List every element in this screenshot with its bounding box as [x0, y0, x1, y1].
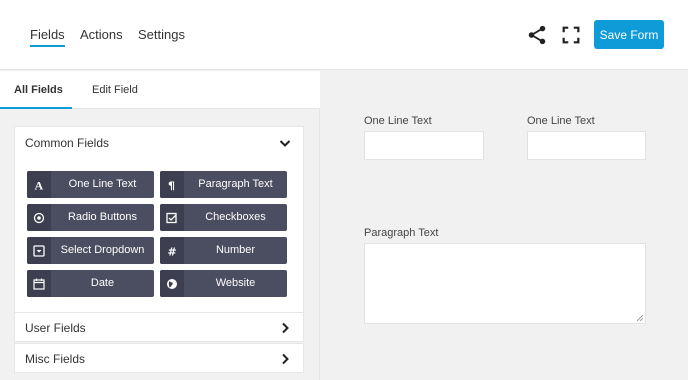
paragraph-icon: ¶ [160, 171, 184, 198]
field-checkboxes[interactable]: Checkboxes [160, 204, 287, 231]
fullscreen-icon[interactable] [560, 24, 582, 46]
field-select-dropdown[interactable]: Select Dropdown [27, 237, 154, 264]
field-label: Paragraph Text [364, 227, 439, 239]
misc-fields-title[interactable]: Misc Fields [25, 352, 85, 366]
globe-icon [160, 270, 184, 297]
field-number[interactable]: # Number [160, 237, 287, 264]
tab-settings[interactable]: Settings [138, 27, 185, 42]
dropdown-icon [27, 237, 51, 264]
radio-icon [27, 204, 51, 231]
paragraph-text-area[interactable] [364, 243, 646, 324]
fields-sidebar: All Fields Edit Field Common Fields A On… [0, 71, 320, 380]
field-button-label: One Line Text [68, 178, 137, 190]
tab-all-fields[interactable]: All Fields [14, 84, 63, 96]
tab-edit-field[interactable]: Edit Field [92, 84, 138, 96]
field-label: One Line Text [364, 115, 432, 127]
one-line-text-input[interactable] [364, 131, 484, 160]
svg-text:#: # [168, 245, 177, 257]
save-form-button[interactable]: Save Form [594, 20, 664, 49]
svg-text:A: A [35, 179, 44, 191]
common-fields-section: Common Fields A One Line Text ¶ Paragrap… [14, 126, 304, 338]
user-fields-section[interactable]: User Fields [14, 312, 304, 342]
top-bar: Fields Actions Settings Save Form [0, 0, 688, 70]
field-website[interactable]: Website [160, 270, 287, 297]
field-button-label: Number [215, 244, 256, 256]
chevron-down-icon[interactable] [279, 137, 291, 149]
calendar-icon [27, 270, 51, 297]
text-icon: A [27, 171, 51, 198]
user-fields-title[interactable]: User Fields [25, 321, 86, 335]
active-tab-indicator [0, 107, 72, 109]
chevron-right-icon[interactable] [279, 322, 291, 334]
field-button-label: Paragraph Text [198, 178, 273, 190]
field-button-label: Select Dropdown [60, 244, 145, 256]
chevron-right-icon[interactable] [279, 353, 291, 365]
field-button-label: Date [90, 277, 115, 289]
resize-handle-icon[interactable] [636, 314, 643, 321]
field-button-label: Website [215, 277, 256, 289]
field-button-label: Checkboxes [205, 211, 266, 223]
sidebar-tabs: All Fields Edit Field [0, 71, 320, 109]
checkbox-icon [160, 204, 184, 231]
field-paragraph-text[interactable]: ¶ Paragraph Text [160, 171, 287, 198]
svg-text:¶: ¶ [168, 179, 175, 191]
one-line-text-input[interactable] [527, 131, 646, 160]
share-icon[interactable] [526, 24, 548, 46]
tab-actions[interactable]: Actions [80, 27, 123, 42]
hash-icon: # [160, 237, 184, 264]
field-date[interactable]: Date [27, 270, 154, 297]
field-radio-buttons[interactable]: Radio Buttons [27, 204, 154, 231]
field-one-line-text[interactable]: A One Line Text [27, 171, 154, 198]
field-button-label: Radio Buttons [67, 211, 138, 223]
field-label: One Line Text [527, 115, 595, 127]
tab-fields[interactable]: Fields [30, 27, 65, 47]
common-fields-title[interactable]: Common Fields [25, 136, 109, 150]
misc-fields-section[interactable]: Misc Fields [14, 343, 304, 373]
